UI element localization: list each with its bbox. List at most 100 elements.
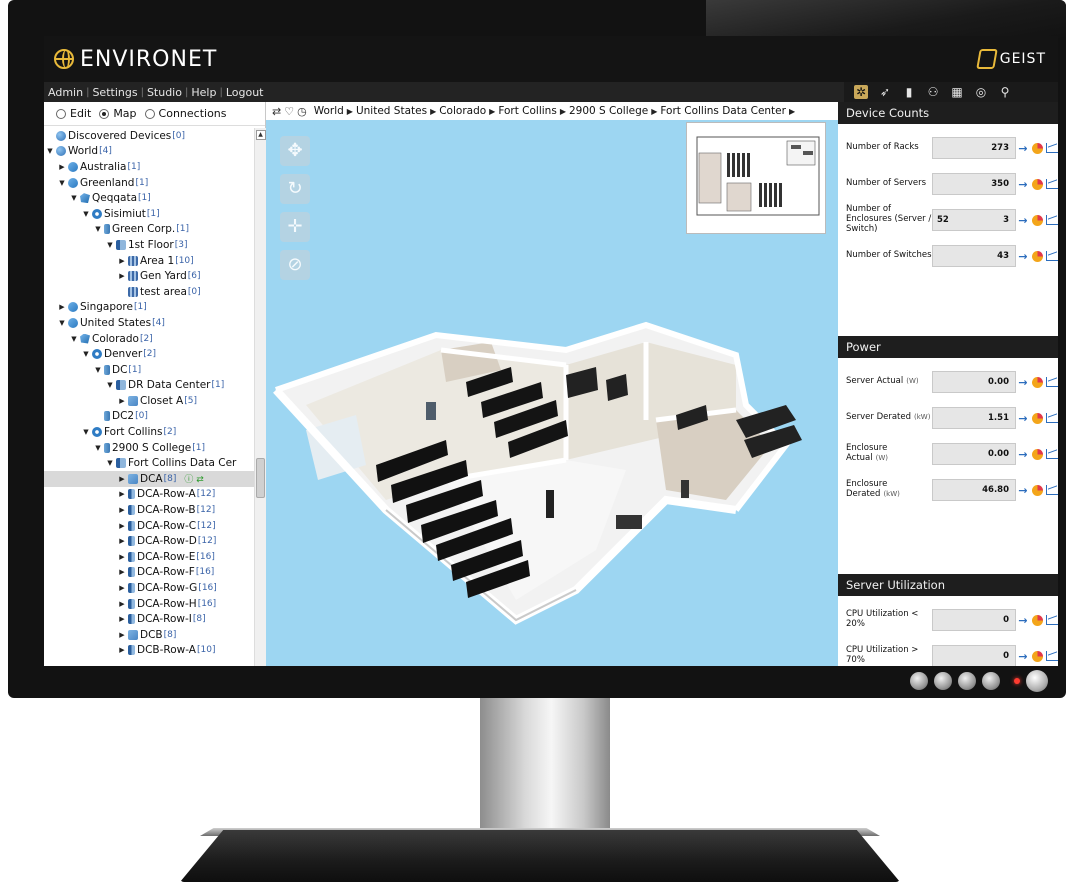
tree-node[interactable]: ▶ Singapore [1] <box>44 300 254 316</box>
tree-node-label[interactable]: World <box>68 145 98 157</box>
collapse-arrow-icon[interactable]: ▼ <box>106 459 114 467</box>
breadcrumb-item[interactable]: World <box>314 105 344 117</box>
trend-chart-icon[interactable] <box>1046 651 1058 661</box>
compass-icon[interactable]: ➶ <box>878 85 892 99</box>
pie-chart-icon[interactable] <box>1032 650 1043 662</box>
rotate-icon[interactable]: ↻ <box>280 174 310 204</box>
expand-arrow-icon[interactable]: ▶ <box>58 163 66 171</box>
tree-node[interactable]: ▼ Sisimiut [1] <box>44 206 254 222</box>
drilldown-arrow-icon[interactable]: → <box>1016 142 1030 155</box>
connections-radio[interactable] <box>144 108 155 119</box>
scroll-up-icon[interactable]: ▲ <box>255 130 266 140</box>
refresh-icon[interactable]: ⇄ <box>272 105 281 118</box>
tree-node[interactable]: ▶ DCA-Row-A [12] <box>44 487 254 503</box>
tree-node-label[interactable]: DCA-Row-C <box>137 520 196 532</box>
node-status-icon[interactable]: ⓘ ⇄ <box>184 472 203 485</box>
trend-chart-icon[interactable] <box>1046 413 1058 423</box>
collapse-arrow-icon[interactable]: ▼ <box>46 147 54 155</box>
pan-icon[interactable]: ✥ <box>280 136 310 166</box>
expand-arrow-icon[interactable]: ▶ <box>118 600 126 608</box>
trend-chart-icon[interactable] <box>1046 449 1058 459</box>
edit-radio[interactable] <box>56 108 66 119</box>
expand-arrow-icon[interactable]: ▶ <box>118 272 126 280</box>
pie-chart-icon[interactable] <box>1032 178 1043 190</box>
breadcrumb-item[interactable]: Fort Collins Data Center <box>660 105 786 117</box>
drilldown-arrow-icon[interactable]: → <box>1016 484 1030 497</box>
drilldown-arrow-icon[interactable]: → <box>1016 650 1030 663</box>
people-icon[interactable]: ⚇ <box>926 85 940 99</box>
tree-node-label[interactable]: Closet A <box>140 395 183 407</box>
pie-chart-icon[interactable] <box>1032 448 1043 460</box>
tree-node[interactable]: ▶ DCA-Row-C [12] <box>44 518 254 534</box>
tree-node[interactable]: ▶ DCA-Row-I [8] <box>44 611 254 627</box>
tree-node-label[interactable]: DCA-Row-E <box>137 551 195 563</box>
pie-chart-icon[interactable] <box>1032 142 1043 154</box>
collapse-arrow-icon[interactable]: ▼ <box>94 444 102 452</box>
tree-node[interactable]: ▶ DCA-Row-H [16] <box>44 596 254 612</box>
tree-node[interactable]: ▼ Colorado [2] <box>44 331 254 347</box>
tree-node[interactable]: ▶ DCA-Row-G [16] <box>44 580 254 596</box>
expand-arrow-icon[interactable]: ▶ <box>118 631 126 639</box>
map-radio[interactable] <box>99 108 110 119</box>
reset-view-icon[interactable]: ⊘ <box>280 250 310 280</box>
tree-node-label[interactable]: Sisimiut <box>104 208 146 220</box>
breadcrumb-item[interactable]: Fort Collins <box>498 105 557 117</box>
tree-node[interactable]: ▼ World [4] <box>44 144 254 160</box>
tree-node[interactable]: ▶ Australia [1] <box>44 159 254 175</box>
tree-node-label[interactable]: 2900 S College <box>112 442 191 454</box>
drilldown-arrow-icon[interactable]: → <box>1016 376 1030 389</box>
expand-arrow-icon[interactable]: ▶ <box>118 506 126 514</box>
trend-chart-icon[interactable] <box>1046 251 1058 261</box>
tree-node[interactable]: ▼ DR Data Center [1] <box>44 378 254 394</box>
expand-arrow-icon[interactable]: ▶ <box>118 553 126 561</box>
tree-node[interactable]: ▼ Qeqqata [1] <box>44 190 254 206</box>
minimap[interactable] <box>686 122 826 234</box>
power-button[interactable] <box>1026 670 1048 692</box>
tree-node-label[interactable]: DCA-Row-F <box>137 566 195 578</box>
expand-arrow-icon[interactable]: ▶ <box>118 490 126 498</box>
trend-chart-icon[interactable] <box>1046 485 1058 495</box>
collapse-arrow-icon[interactable]: ▼ <box>82 428 90 436</box>
tree-node[interactable]: ▼ Green Corp. [1] <box>44 222 254 238</box>
tree-node-label[interactable]: Australia <box>80 161 126 173</box>
tree-node[interactable]: ▶ DCA-Row-E [16] <box>44 549 254 565</box>
tree-node[interactable]: ▶ DCA-Row-F [16] <box>44 565 254 581</box>
tree-node[interactable]: ▼ 1st Floor [3] <box>44 237 254 253</box>
expand-arrow-icon[interactable]: ▶ <box>118 615 126 623</box>
expand-arrow-icon[interactable]: ▶ <box>118 537 126 545</box>
tree-node[interactable]: ▼ Greenland [1] <box>44 175 254 191</box>
drilldown-arrow-icon[interactable]: → <box>1016 412 1030 425</box>
collapse-arrow-icon[interactable]: ▼ <box>70 194 78 202</box>
tree-node-label[interactable]: DCB-Row-A <box>137 644 196 656</box>
collapse-arrow-icon[interactable]: ▼ <box>106 241 114 249</box>
favorite-icon[interactable]: ♡ <box>284 105 294 118</box>
tree-node[interactable]: Discovered Devices [0] <box>44 128 254 144</box>
pie-chart-icon[interactable] <box>1032 412 1043 424</box>
drilldown-arrow-icon[interactable]: → <box>1016 250 1030 263</box>
nav-settings-link[interactable]: Settings <box>92 86 137 99</box>
collapse-arrow-icon[interactable]: ▼ <box>58 179 66 187</box>
breadcrumb-item[interactable]: Colorado <box>439 105 486 117</box>
tree-node-label[interactable]: DR Data Center <box>128 379 210 391</box>
tree-node[interactable]: ▶ DCA-Row-D [12] <box>44 533 254 549</box>
nav-help-link[interactable]: Help <box>191 86 216 99</box>
tree-node[interactable]: ▶ DCA [8] ⓘ ⇄ <box>44 471 254 487</box>
tree-node-label[interactable]: Denver <box>104 348 142 360</box>
tree-node-label[interactable]: DCA-Row-I <box>137 613 192 625</box>
expand-arrow-icon[interactable]: ▶ <box>58 303 66 311</box>
tree-node-label[interactable]: DCA-Row-G <box>137 582 197 594</box>
tree-node-label[interactable]: DCA-Row-H <box>137 598 197 610</box>
search-icon[interactable]: ⚲ <box>998 85 1012 99</box>
tree-node-label[interactable]: Green Corp. <box>112 223 175 235</box>
tree-node[interactable]: ▶ DCB-Row-A [10] <box>44 643 254 659</box>
expand-arrow-icon[interactable]: ▶ <box>118 584 126 592</box>
collapse-arrow-icon[interactable]: ▼ <box>82 350 90 358</box>
drilldown-arrow-icon[interactable]: → <box>1016 448 1030 461</box>
tree-node[interactable]: ▶ Area 1 [10] <box>44 253 254 269</box>
tree-node[interactable]: test area [0] <box>44 284 254 300</box>
collapse-arrow-icon[interactable]: ▼ <box>94 366 102 374</box>
scrollbar-thumb[interactable] <box>256 458 265 498</box>
tree-node[interactable]: ▶ Gen Yard [6] <box>44 268 254 284</box>
pie-chart-icon[interactable] <box>1032 214 1043 226</box>
trend-chart-icon[interactable] <box>1046 615 1058 625</box>
